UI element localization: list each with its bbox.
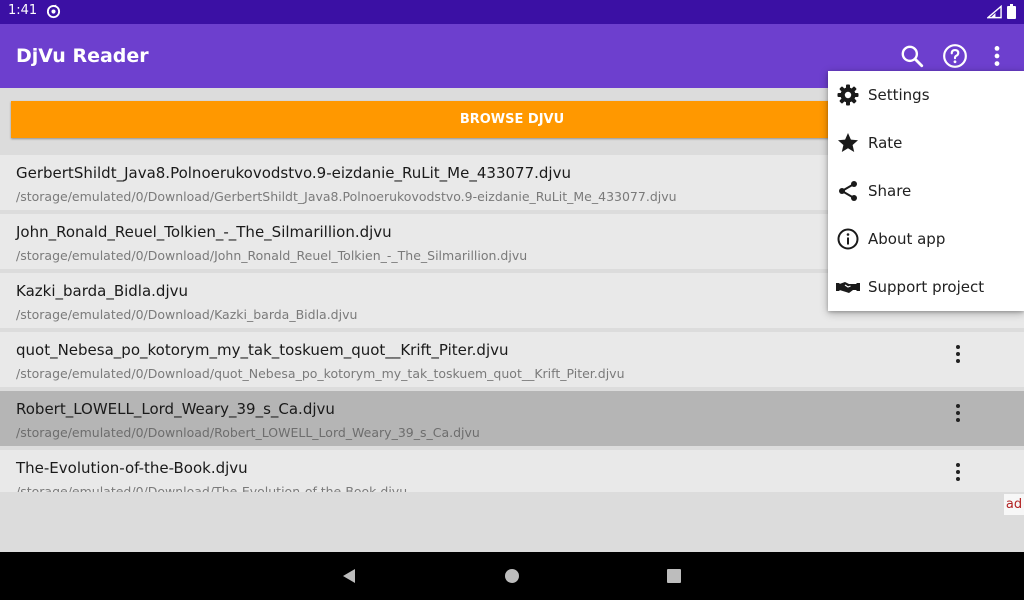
share-icon xyxy=(839,181,857,201)
menu-item-support[interactable]: Support project xyxy=(828,263,1024,311)
ad-banner-area xyxy=(0,492,1024,552)
back-icon[interactable] xyxy=(341,568,357,584)
status-bar: 1:41 xyxy=(0,0,1024,24)
menu-label: Rate xyxy=(868,134,903,152)
menu-item-about[interactable]: About app xyxy=(828,215,1024,263)
battery-icon xyxy=(1007,4,1016,19)
recents-icon[interactable] xyxy=(666,568,682,584)
file-path: /storage/emulated/0/Download/Kazki_barda… xyxy=(16,307,358,322)
star-icon xyxy=(838,133,858,152)
status-time: 1:41 xyxy=(8,3,38,18)
more-vert-icon[interactable] xyxy=(946,342,970,366)
file-name: Kazki_barda_Bidla.djvu xyxy=(16,282,189,300)
ad-badge[interactable]: ad xyxy=(1004,494,1024,515)
file-name: Robert_LOWELL_Lord_Weary_39_s_Ca.djvu xyxy=(16,400,335,418)
file-name: GerbertShildt_Java8.Polnoerukovodstvo.9-… xyxy=(16,164,571,182)
file-path: /storage/emulated/0/Download/quot_Nebesa… xyxy=(16,366,625,381)
search-icon[interactable] xyxy=(899,43,925,69)
file-name: John_Ronald_Reuel_Tolkien_-_The_Silmaril… xyxy=(16,223,392,241)
home-icon[interactable] xyxy=(504,568,520,584)
file-path: /storage/emulated/0/Download/GerbertShil… xyxy=(16,189,677,204)
handshake-icon xyxy=(836,282,860,293)
signal-icon xyxy=(987,5,1002,19)
file-name: quot_Nebesa_po_kotorym_my_tak_toskuem_qu… xyxy=(16,341,509,359)
menu-label: About app xyxy=(868,230,946,248)
menu-label: Support project xyxy=(868,278,985,296)
file-path: /storage/emulated/0/Download/Robert_LOWE… xyxy=(16,425,480,440)
app-title: DjVu Reader xyxy=(16,45,149,67)
system-nav-bar xyxy=(0,552,1024,600)
sync-icon xyxy=(46,4,61,19)
screen: 1:41 DjVu Reader BROWSE DJVU GerbertShil… xyxy=(0,0,1024,600)
menu-item-settings[interactable]: Settings xyxy=(828,71,1024,119)
overflow-menu: Settings Rate Share About app Support pr… xyxy=(828,71,1024,311)
menu-item-share[interactable]: Share xyxy=(828,167,1024,215)
more-vert-icon[interactable] xyxy=(984,43,1010,69)
menu-label: Share xyxy=(868,182,912,200)
file-row-selected[interactable]: Robert_LOWELL_Lord_Weary_39_s_Ca.djvu /s… xyxy=(0,391,1024,446)
menu-label: Settings xyxy=(868,86,930,104)
info-icon xyxy=(837,228,859,250)
settings-icon xyxy=(837,84,859,106)
help-icon[interactable] xyxy=(942,43,968,69)
file-row[interactable]: quot_Nebesa_po_kotorym_my_tak_toskuem_qu… xyxy=(0,332,1024,387)
more-vert-icon[interactable] xyxy=(946,401,970,425)
file-name: The-Evolution-of-the-Book.djvu xyxy=(16,459,248,477)
menu-item-rate[interactable]: Rate xyxy=(828,119,1024,167)
more-vert-icon[interactable] xyxy=(946,460,970,484)
file-path: /storage/emulated/0/Download/John_Ronald… xyxy=(16,248,528,263)
